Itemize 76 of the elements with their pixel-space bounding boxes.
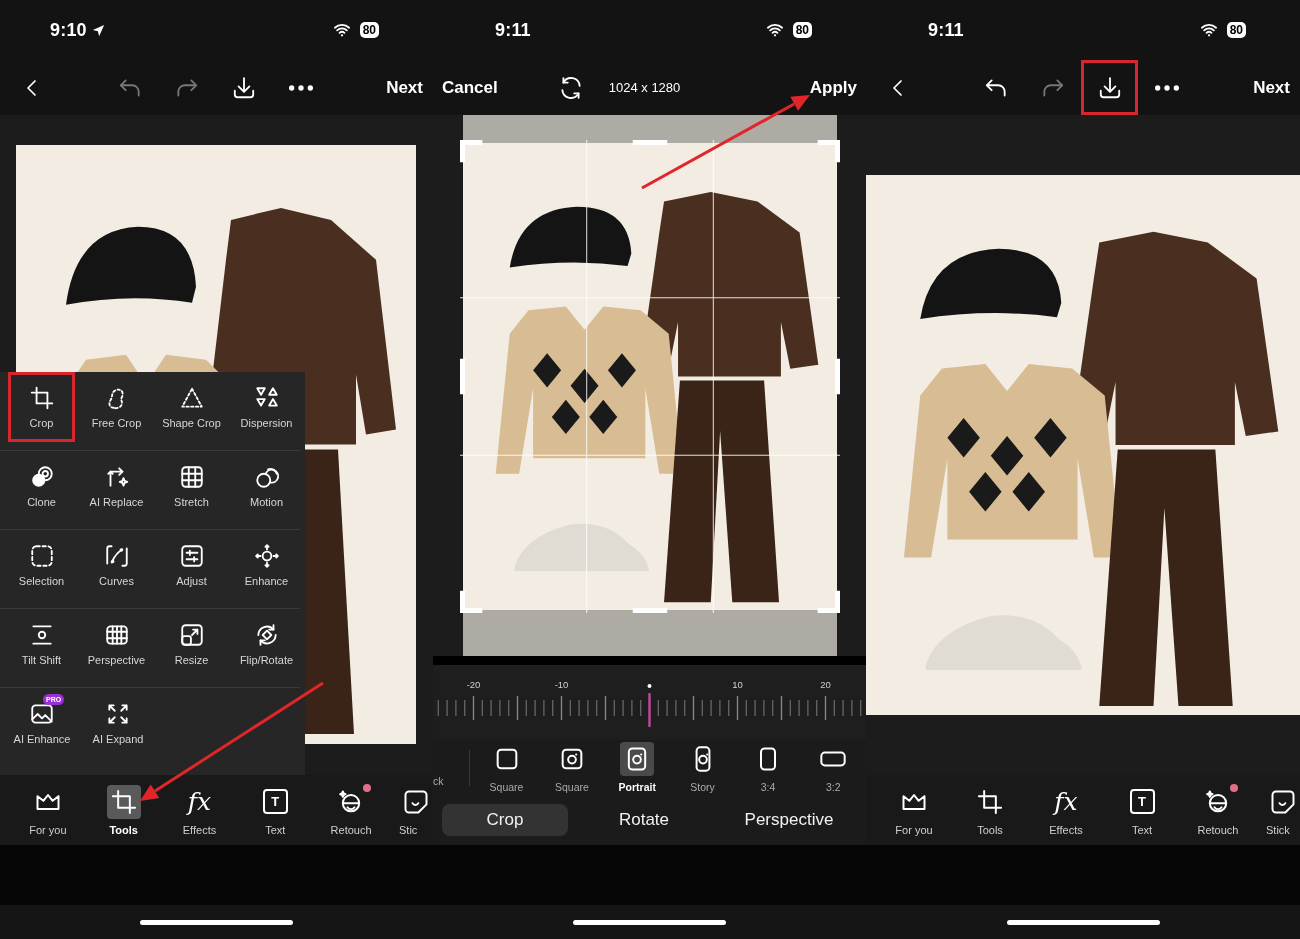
aspect-preset[interactable]: 3:4 [735, 742, 801, 793]
tool-button[interactable]: AI Expand [84, 688, 152, 758]
tab-bar-item[interactable]: T Text [237, 784, 314, 836]
tool-button[interactable]: Tilt Shift [8, 609, 75, 679]
image-icon [29, 701, 55, 727]
fx-glyph: fx [1054, 787, 1078, 816]
tab-bar-item[interactable]: T Text [1104, 784, 1180, 836]
dashed-square-icon [28, 543, 55, 569]
tool-button[interactable]: Adjust [158, 530, 225, 600]
aspect-preset[interactable]: ck [433, 775, 447, 795]
aspect-preset[interactable]: Square [473, 742, 540, 793]
status-time: 9:11 [495, 19, 531, 41]
tab-bar-item[interactable]: Stick [1256, 784, 1300, 836]
aspect-preset[interactable]: 3:2 [800, 742, 866, 793]
curve-icon [103, 543, 130, 569]
text-glyph: T [262, 789, 288, 814]
tab-bar-item[interactable]: Tools [952, 784, 1028, 836]
tool-button[interactable]: Perspective [83, 609, 150, 679]
ruler-label: 20 [820, 679, 831, 690]
crop-icon [109, 787, 138, 816]
tool-button[interactable]: Shape Crop [158, 372, 225, 442]
mode-tab[interactable]: Perspective [714, 804, 864, 836]
ruler-marker[interactable] [647, 684, 652, 727]
tool-button[interactable]: Motion [233, 451, 300, 521]
tab-bar-item[interactable]: For you [10, 784, 86, 836]
crop-icon [28, 385, 55, 411]
tool-button[interactable]: AI Replace [83, 451, 150, 521]
wifi-icon [764, 21, 785, 39]
ruler-label: 10 [732, 679, 743, 690]
aspect-preset[interactable]: Story [669, 742, 736, 793]
cancel-button[interactable]: Cancel [433, 77, 507, 98]
tab-bar-item[interactable]: Retouch [1180, 784, 1256, 836]
status-time: 9:10 [50, 19, 87, 41]
tool-button[interactable]: Crop [8, 372, 75, 442]
tool-button[interactable]: Dispersion [233, 372, 300, 442]
tab-bar-item[interactable]: Stic [389, 784, 433, 836]
image-size-label: 1024 x 1280 [608, 80, 681, 95]
apply-button[interactable]: Apply [800, 77, 866, 98]
fx-glyph: fx [187, 787, 212, 816]
tab-bar-item[interactable]: fx Effects [1028, 784, 1104, 836]
wifi-icon [331, 21, 352, 39]
tool-button[interactable]: Resize [158, 609, 225, 679]
sun-arrows-icon [253, 543, 280, 569]
tool-button[interactable]: Curves [83, 530, 150, 600]
status-time: 9:11 [928, 19, 964, 41]
dashed-triangle-icon [178, 385, 205, 411]
ruler-label: -20 [466, 679, 481, 690]
tool-button[interactable]: Stretch [158, 451, 225, 521]
angle-ruler[interactable]: -20 -10 10 20 [433, 665, 866, 740]
tool-button[interactable]: Flip/Rotate [233, 609, 300, 679]
ruler-label: -10 [554, 679, 569, 690]
tab-bar-item[interactable]: For you [876, 784, 952, 836]
aspect-preset[interactable]: Portrait [604, 742, 670, 793]
wifi-icon [1198, 21, 1219, 39]
mode-tab[interactable]: Rotate [574, 804, 714, 836]
aspect-preset[interactable]: Square [539, 742, 605, 793]
tab-bar-item[interactable]: Retouch [313, 784, 389, 836]
tool-button[interactable]: Selection [8, 530, 75, 600]
next-button[interactable]: Next [376, 77, 433, 98]
crop-icon [976, 787, 1004, 816]
battery-indicator: 80 [1226, 22, 1246, 38]
tool-button[interactable]: Free Crop [83, 372, 150, 442]
table-grid-icon [103, 622, 130, 648]
battery-indicator: 80 [359, 22, 379, 38]
download-button[interactable] [1081, 60, 1138, 115]
tool-button[interactable]: Clone [8, 451, 75, 521]
battery-indicator: 80 [792, 22, 812, 38]
tab-bar-item[interactable]: fx Effects [161, 784, 238, 836]
grid-icon [178, 464, 205, 490]
mode-tab[interactable]: Crop [442, 804, 568, 836]
tool-button[interactable]: Enhance [233, 530, 300, 600]
resize-icon [178, 622, 205, 648]
next-button[interactable]: Next [1243, 77, 1300, 98]
expand-icon [105, 701, 131, 727]
sliders-icon [178, 543, 205, 569]
text-glyph: T [1129, 789, 1155, 814]
